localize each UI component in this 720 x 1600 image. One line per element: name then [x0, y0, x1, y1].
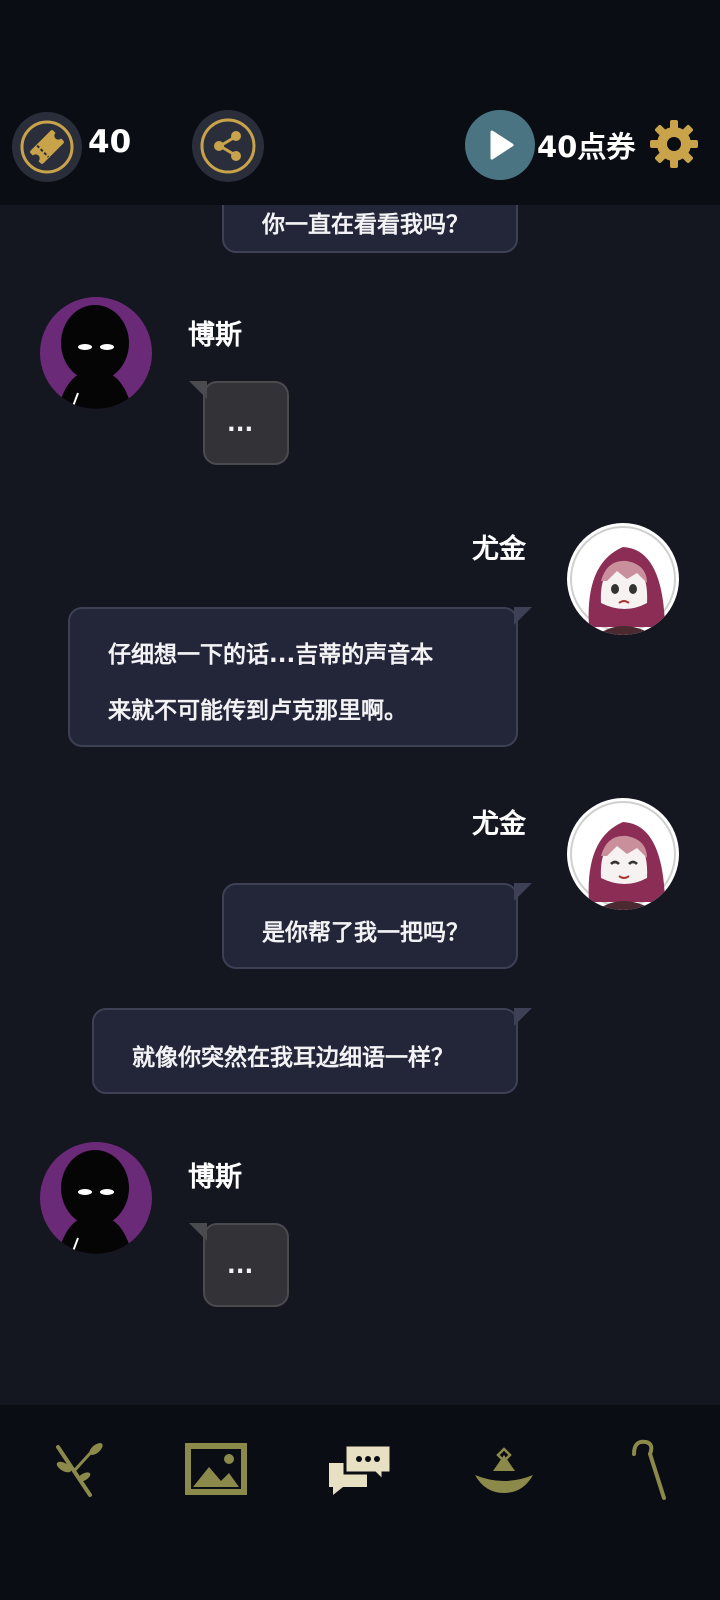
bottom-nav	[0, 1405, 720, 1600]
cane-icon	[632, 1439, 666, 1500]
gear-icon	[650, 120, 698, 168]
status-bar	[0, 0, 720, 100]
nav-cane[interactable]	[612, 1433, 684, 1505]
ticket-count: 40	[88, 124, 132, 160]
ticket-icon	[20, 120, 74, 174]
avatar-eugene[interactable]	[567, 798, 679, 910]
message-text: 你一直在看看我吗？	[262, 212, 469, 238]
avatar-eugene[interactable]	[567, 523, 679, 635]
share-icon	[200, 118, 256, 174]
message-text: 仔细想一下的话...吉蒂的声音本	[108, 642, 434, 668]
message-bubble: ...	[189, 381, 289, 465]
avatar-boss[interactable]	[40, 1142, 152, 1254]
message-bubble: ...	[189, 1223, 289, 1307]
share-button[interactable]	[192, 110, 264, 182]
nav-branch[interactable]	[40, 1433, 112, 1505]
message-text: 就像你突然在我耳边细语一样？	[132, 1045, 454, 1071]
ticket-button[interactable]	[12, 112, 82, 182]
silhouette-avatar-image	[58, 305, 132, 409]
nav-chat[interactable]	[324, 1433, 396, 1505]
top-bar: 40 40点券	[0, 100, 720, 205]
sender-name: 尤金	[472, 809, 526, 840]
settings-button[interactable]	[648, 118, 700, 170]
message-text: ...	[227, 1253, 254, 1279]
nav-hat[interactable]	[468, 1433, 540, 1505]
message-bubble: 就像你突然在我耳边细语一样？	[92, 1008, 532, 1094]
message-bubble: 是你帮了我一把吗？	[222, 883, 532, 969]
message-bubble: 你一直在看看我吗？	[222, 205, 518, 253]
gallery-icon	[185, 1443, 247, 1495]
chat-icon	[329, 1443, 393, 1495]
hooded-character-avatar-image	[570, 526, 676, 635]
sender-name: 博斯	[188, 1162, 242, 1193]
hooded-character-avatar-image	[570, 801, 676, 910]
silhouette-avatar-image	[58, 1150, 132, 1254]
avatar-boss[interactable]	[40, 297, 152, 409]
sender-name: 尤金	[472, 534, 526, 565]
hat-icon	[475, 1447, 533, 1493]
play-button[interactable]	[465, 110, 535, 180]
message-bubble: 仔细想一下的话...吉蒂的声音本 来就不可能传到卢克那里啊。	[68, 607, 532, 747]
message-text: 是你帮了我一把吗？	[262, 920, 469, 946]
message-text-line-2: 来就不可能传到卢克那里啊。	[108, 698, 407, 724]
play-icon	[490, 130, 514, 160]
points-label: 40点券	[537, 130, 636, 164]
sender-name: 博斯	[188, 320, 242, 351]
message-text: ...	[227, 411, 254, 437]
nav-gallery[interactable]	[180, 1433, 252, 1505]
chat-area[interactable]: 你一直在看看我吗？ 博斯 ... 尤金 仔细想一下的话...吉蒂的声音本 来就不…	[0, 205, 720, 1405]
branch-icon	[56, 1443, 103, 1497]
